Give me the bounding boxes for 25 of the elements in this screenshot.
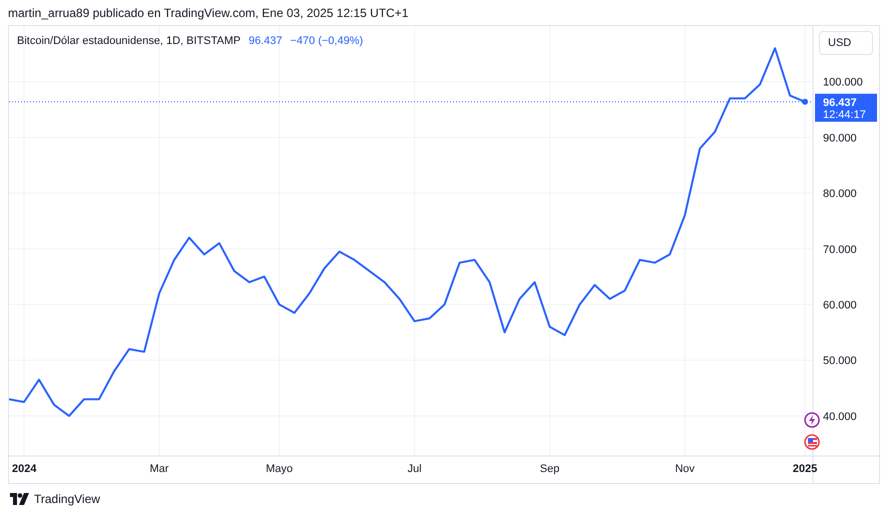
last-price-dot [802, 98, 808, 105]
y-axis-label: 40.000 [823, 410, 857, 423]
x-axis-label: Jul [407, 463, 422, 475]
x-axis-label: Mar [150, 463, 169, 475]
symbol-title: Bitcoin/Dólar estadounidense, 1D, BITSTAMP [17, 34, 241, 49]
brand-name: TradingView [34, 491, 100, 508]
y-axis-label: 90.000 [823, 132, 857, 144]
y-axis-label: 50.000 [823, 355, 857, 368]
price-badge: 96.437 12:44:17 [815, 94, 877, 122]
x-axis-label: Mayo [266, 463, 293, 475]
flag-icon [804, 434, 820, 450]
y-axis-label: 100.000 [823, 76, 863, 89]
y-axis-label: 80.000 [823, 188, 857, 200]
price-change: −470 (−0,49%) [290, 34, 364, 49]
x-axis-label: 2024 [12, 463, 36, 475]
lightning-icon [804, 412, 820, 428]
y-axis-label: 70.000 [823, 244, 857, 256]
x-axis-label: Sep [540, 463, 560, 475]
x-axis-label: Nov [675, 463, 695, 475]
last-price: 96.437 [248, 34, 282, 49]
currency-button[interactable]: USD [819, 31, 873, 55]
publish-info: martin_arrua89 publicado en TradingView.com, Ene 03, 2025 12:15 UTC+1 [8, 5, 408, 22]
logo-icon [10, 493, 30, 505]
x-axis-label: 2025 [792, 463, 818, 475]
y-axis-label: 60.000 [823, 300, 857, 312]
